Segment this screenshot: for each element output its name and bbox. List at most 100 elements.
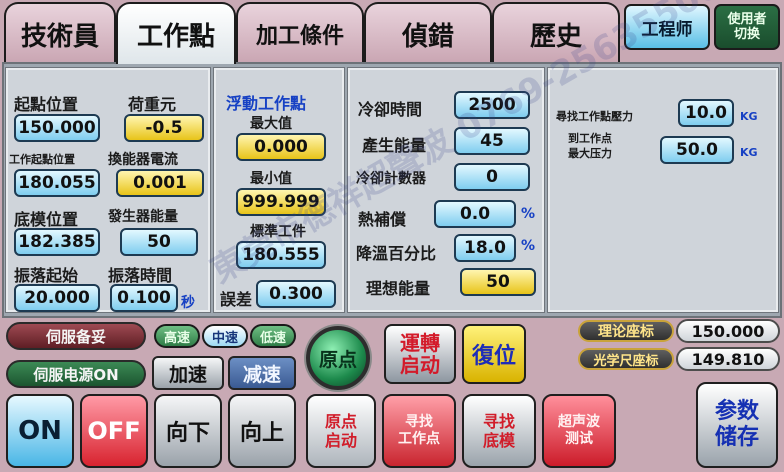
generated-energy-label: 產生能量 <box>362 136 427 155</box>
off-label: OFF <box>87 417 141 445</box>
save-parameters-button[interactable]: 参数 储存 <box>696 382 778 468</box>
scale-coordinate-label: 光学尺座标 <box>578 348 674 370</box>
ultrasonic-test-button[interactable]: 超声波 测试 <box>542 394 616 468</box>
transducer-current-field: 0.001 <box>116 169 204 197</box>
work-start-position-field[interactable]: 180.055 <box>14 169 100 197</box>
origin-start-button[interactable]: 原点 启动 <box>306 394 376 468</box>
move-down-label: 向下 <box>165 421 210 446</box>
tab-label: 加工條件 <box>255 24 344 49</box>
save-parameters-label: 参数 <box>714 399 759 424</box>
find-work-point-pressure-field[interactable]: 10.0 <box>678 99 734 127</box>
ultrasonic-test-label: 超声波 <box>558 414 600 430</box>
run-start-label: 启动 <box>400 353 440 377</box>
max-pressure-field[interactable]: 50.0 <box>660 136 734 164</box>
tab-label: 工作點 <box>136 21 215 52</box>
save-parameters-label: 储存 <box>714 425 759 450</box>
vibration-start-field[interactable]: 20.000 <box>14 284 100 312</box>
work-start-position-label: 工作起點位置 <box>9 153 75 166</box>
speed-low-label: 低速 <box>259 330 286 346</box>
origin-start-label: 原点 <box>324 412 357 431</box>
generator-energy-label: 發生器能量 <box>108 209 178 225</box>
temperature-drop-field[interactable]: 18.0 <box>454 234 516 262</box>
vibration-time-field[interactable]: 0.100 <box>110 284 178 312</box>
speed-low-button[interactable]: 低速 <box>250 324 296 348</box>
bottom-die-position-label: 底模位置 <box>14 210 79 229</box>
ultrasonic-test-label: 测试 <box>565 431 593 447</box>
tab-debug[interactable]: 偵錯 <box>364 2 492 64</box>
find-bottom-die-label: 寻找 <box>482 412 515 431</box>
tab-technician[interactable]: 技術員 <box>4 2 116 64</box>
max-pressure-label: 最大压力 <box>568 147 612 160</box>
bottom-die-position-field[interactable]: 182.385 <box>14 228 100 256</box>
move-down-button[interactable]: 向下 <box>154 394 222 468</box>
kg-unit: KG <box>740 146 758 159</box>
max-value-field: 0.000 <box>236 133 326 161</box>
heat-compensation-field[interactable]: 0.0 <box>434 200 516 228</box>
tab-work-point[interactable]: 工作點 <box>116 2 236 64</box>
move-up-button[interactable]: 向上 <box>228 394 296 468</box>
transducer-current-label: 換能器電流 <box>108 152 178 168</box>
theory-coordinate-text: 理论座标 <box>598 324 654 340</box>
vibration-start-label: 振落起始 <box>14 266 79 285</box>
percent-unit: % <box>521 206 536 222</box>
accelerate-button[interactable]: 加速 <box>152 356 224 390</box>
scale-coordinate-value: 149.810 <box>676 347 780 371</box>
run-start-button[interactable]: 運轉 启动 <box>384 324 456 384</box>
on-label: ON <box>18 416 62 446</box>
find-work-point-pressure-label: 尋找工作點壓力 <box>556 110 633 123</box>
cooling-counter-field[interactable]: 0 <box>454 163 530 191</box>
max-value-label: 最大值 <box>250 116 292 132</box>
tolerance-field[interactable]: 0.300 <box>256 280 336 308</box>
seconds-unit: 秒 <box>181 295 195 311</box>
kg-unit: KG <box>740 110 758 123</box>
tolerance-label: 誤差 <box>220 290 253 309</box>
pressure-group <box>547 67 779 313</box>
accelerate-label: 加速 <box>168 363 207 386</box>
decelerate-button[interactable]: 减速 <box>228 356 296 390</box>
servo-ready-label: 伺服备妥 <box>45 327 106 346</box>
cooling-counter-label: 冷卻計數器 <box>356 171 426 187</box>
standard-workpiece-field[interactable]: 180.555 <box>236 241 326 269</box>
engineer-button[interactable]: 工程师 <box>624 4 710 50</box>
vibration-time-label: 振落時間 <box>108 266 173 285</box>
load-cell-label: 荷重元 <box>128 95 177 114</box>
generated-energy-field[interactable]: 45 <box>454 127 530 155</box>
switch-user-label: 使用者 <box>727 12 767 27</box>
on-button[interactable]: ON <box>6 394 74 468</box>
cooling-time-label: 冷卻時間 <box>358 100 423 119</box>
tab-history[interactable]: 歷史 <box>492 2 620 64</box>
speed-mid-label: 中速 <box>211 330 238 346</box>
servo-power-button[interactable]: 伺服电源ON <box>6 360 146 388</box>
min-value-field: 999.999 <box>236 188 326 216</box>
min-value-label: 最小值 <box>250 171 292 187</box>
ideal-energy-label: 理想能量 <box>366 279 431 298</box>
off-button[interactable]: OFF <box>80 394 148 468</box>
tab-label: 歷史 <box>529 21 582 52</box>
generator-energy-field[interactable]: 50 <box>120 228 198 256</box>
start-position-field[interactable]: 150.000 <box>14 114 100 142</box>
origin-label: 原点 <box>318 348 357 371</box>
tab-label: 技術員 <box>20 21 99 52</box>
origin-indicator: 原点 <box>306 326 370 390</box>
tab-process-conditions[interactable]: 加工條件 <box>236 2 364 64</box>
cooling-time-field[interactable]: 2500 <box>454 91 530 119</box>
tab-label: 偵錯 <box>401 21 454 52</box>
speed-high-button[interactable]: 高速 <box>154 324 200 348</box>
ideal-energy-field: 50 <box>460 268 536 296</box>
reset-button[interactable]: 復位 <box>462 324 526 384</box>
find-work-point-label: 工作点 <box>398 431 440 447</box>
max-pressure-label: 到工作点 <box>568 132 612 145</box>
find-work-point-button[interactable]: 寻找 工作点 <box>382 394 456 468</box>
find-work-point-label: 寻找 <box>405 414 433 430</box>
switch-user-button[interactable]: 使用者 切换 <box>714 4 780 50</box>
move-up-label: 向上 <box>239 421 284 446</box>
find-bottom-die-button[interactable]: 寻找 底模 <box>462 394 536 468</box>
switch-user-label: 切换 <box>733 27 760 42</box>
servo-ready-indicator: 伺服备妥 <box>6 322 146 350</box>
speed-mid-button[interactable]: 中速 <box>202 324 248 348</box>
start-position-label: 起點位置 <box>14 95 79 114</box>
theory-coordinate-value: 150.000 <box>676 319 780 343</box>
origin-start-label: 启动 <box>324 431 357 450</box>
run-start-label: 運轉 <box>400 331 440 355</box>
speed-high-label: 高速 <box>163 330 190 346</box>
